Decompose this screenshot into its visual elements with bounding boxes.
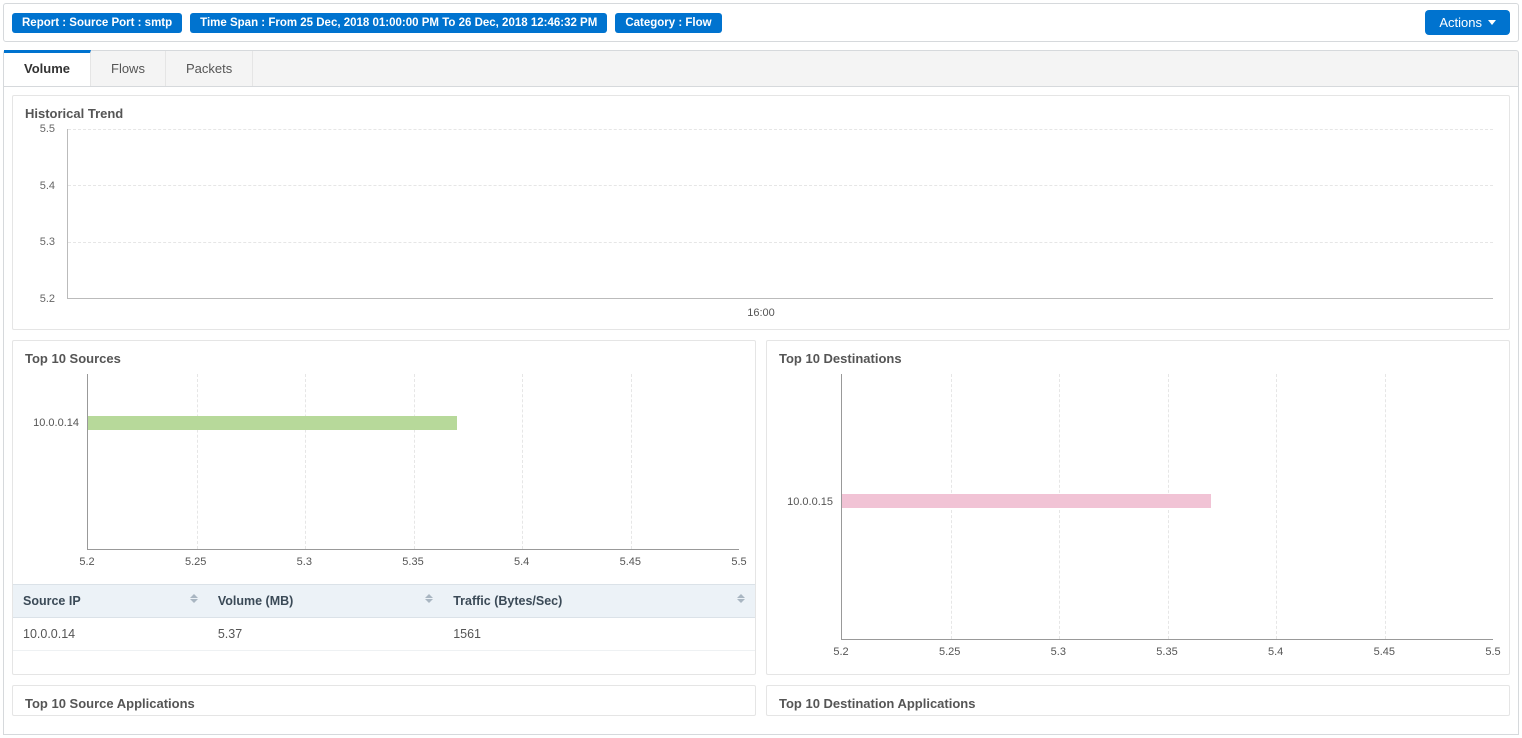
x-tick-label: 5.3 bbox=[297, 556, 312, 568]
sort-icon[interactable] bbox=[737, 594, 745, 603]
panel-top-source-apps: Top 10 Source Applications bbox=[12, 685, 756, 716]
hist-xlabel: 16:00 bbox=[747, 307, 775, 319]
panel-title: Historical Trend bbox=[13, 96, 1509, 125]
actions-button[interactable]: Actions bbox=[1425, 10, 1510, 35]
category-label: 10.0.0.15 bbox=[787, 496, 833, 508]
x-tick-label: 5.2 bbox=[79, 556, 94, 568]
panel-title: Top 10 Destinations bbox=[767, 341, 1509, 370]
bar[interactable] bbox=[88, 416, 457, 430]
top-destinations-chart: 10.0.0.15 5.2 5.25 5.3 5.35 5.4 5.45 5.5 bbox=[779, 374, 1497, 664]
th-label: Volume (MB) bbox=[218, 594, 293, 608]
chip-category[interactable]: Category : Flow bbox=[615, 13, 721, 33]
x-tick-label: 5.25 bbox=[185, 556, 206, 568]
panel-historical-trend: Historical Trend 5.2 5.3 5.4 5.5 16:00 bbox=[12, 95, 1510, 330]
panel-top-destinations: Top 10 Destinations 10.0.0.15 5.2 5.25 5.3… bbox=[766, 340, 1510, 675]
x-tick-label: 5.4 bbox=[1268, 646, 1283, 658]
x-tick-label: 5.5 bbox=[1485, 646, 1500, 658]
y-tick-label: 5.4 bbox=[40, 180, 55, 192]
x-tick-label: 5.25 bbox=[939, 646, 960, 658]
sources-table: Source IP Volume (MB) Traffic (Bytes/Sec… bbox=[13, 584, 755, 651]
panel-title: Top 10 Sources bbox=[13, 341, 755, 370]
x-tick-label: 5.3 bbox=[1051, 646, 1066, 658]
tab-packets[interactable]: Packets bbox=[166, 51, 253, 86]
th-traffic[interactable]: Traffic (Bytes/Sec) bbox=[443, 585, 755, 618]
tab-flows[interactable]: Flows bbox=[91, 51, 166, 86]
table-row: 10.0.0.145.371561 bbox=[13, 618, 755, 651]
bar[interactable] bbox=[842, 494, 1211, 508]
th-source-ip[interactable]: Source IP bbox=[13, 585, 208, 618]
x-tick-label: 5.45 bbox=[1374, 646, 1395, 658]
panel-top-sources: Top 10 Sources 10.0.0.14 5.2 5.25 5.3 5.35 5… bbox=[12, 340, 756, 675]
chip-timespan[interactable]: Time Span : From 25 Dec, 2018 01:00:00 P… bbox=[190, 13, 607, 33]
cell-volume: 5.37 bbox=[208, 618, 443, 651]
y-tick-label: 5.2 bbox=[40, 293, 55, 305]
panel-title: Top 10 Destination Applications bbox=[767, 686, 1509, 715]
x-tick-label: 5.35 bbox=[1156, 646, 1177, 658]
th-volume[interactable]: Volume (MB) bbox=[208, 585, 443, 618]
tab-volume[interactable]: Volume bbox=[4, 50, 91, 86]
sort-icon[interactable] bbox=[425, 594, 433, 603]
category-label: 10.0.0.14 bbox=[33, 417, 79, 429]
chip-report[interactable]: Report : Source Port : smtp bbox=[12, 13, 182, 33]
sort-icon[interactable] bbox=[190, 594, 198, 603]
page-body: Historical Trend 5.2 5.3 5.4 5.5 16:00 Top … bbox=[3, 87, 1519, 735]
x-tick-label: 5.2 bbox=[833, 646, 848, 658]
y-tick-label: 5.5 bbox=[40, 123, 55, 135]
cell-source-ip[interactable]: 10.0.0.14 bbox=[13, 618, 208, 651]
cell-traffic: 1561 bbox=[443, 618, 755, 651]
x-tick-label: 5.5 bbox=[731, 556, 746, 568]
actions-label: Actions bbox=[1439, 15, 1482, 30]
x-tick-label: 5.35 bbox=[402, 556, 423, 568]
top-sources-chart: 10.0.0.14 5.2 5.25 5.3 5.35 5.4 5.45 5.5 bbox=[25, 374, 743, 574]
th-label: Traffic (Bytes/Sec) bbox=[453, 594, 562, 608]
topbar: Report : Source Port : smtp Time Span : … bbox=[3, 3, 1519, 42]
historical-trend-chart: 5.25.35.45.5 16:00 bbox=[25, 129, 1497, 319]
y-tick-label: 5.3 bbox=[40, 236, 55, 248]
caret-down-icon bbox=[1488, 20, 1496, 25]
panel-top-dest-apps: Top 10 Destination Applications bbox=[766, 685, 1510, 716]
panel-title: Top 10 Source Applications bbox=[13, 686, 755, 715]
th-label: Source IP bbox=[23, 594, 81, 608]
tabbar: Volume Flows Packets bbox=[3, 50, 1519, 87]
x-tick-label: 5.4 bbox=[514, 556, 529, 568]
x-tick-label: 5.45 bbox=[620, 556, 641, 568]
